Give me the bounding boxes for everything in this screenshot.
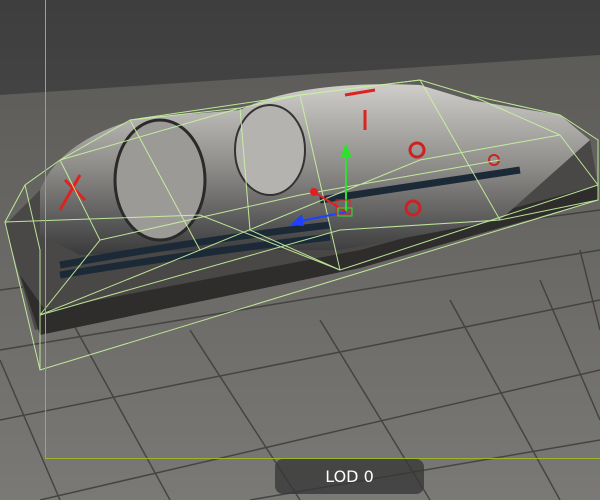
lod-level-badge: LOD 0 — [275, 459, 424, 494]
3d-viewport[interactable] — [0, 0, 600, 500]
lod-label: LOD 0 — [325, 467, 374, 486]
x-axis-handle-icon[interactable] — [310, 188, 318, 196]
